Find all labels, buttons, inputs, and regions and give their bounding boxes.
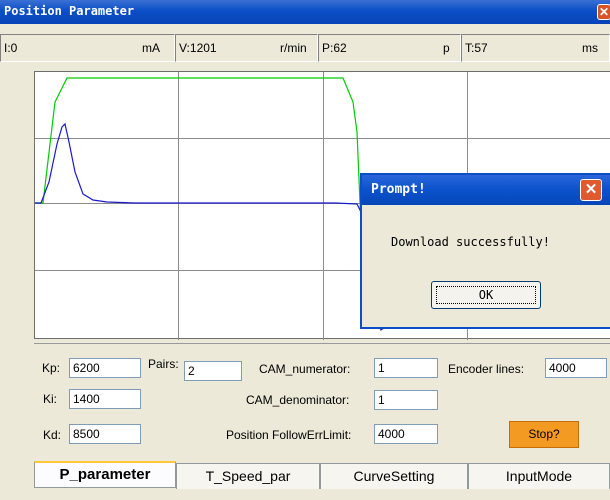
- position-value: P:62: [322, 41, 347, 55]
- encoder-lines-label: Encoder lines:: [448, 362, 525, 376]
- follow-err-limit-label: Position FollowErrLimit:: [226, 428, 352, 442]
- velocity-value: V:1201: [179, 41, 217, 55]
- encoder-lines-input[interactable]: 4000: [545, 358, 607, 378]
- pairs-label: Pairs:: [148, 357, 179, 371]
- ki-label: Ki:: [43, 392, 58, 406]
- velocity-readout: V:1201 r/min: [175, 34, 318, 62]
- kd-input[interactable]: 8500: [69, 424, 141, 444]
- follow-err-limit-input[interactable]: 4000: [374, 424, 438, 444]
- current-unit: mA: [142, 41, 160, 55]
- dialog-title-bar[interactable]: Prompt! ✕: [362, 175, 610, 205]
- pairs-input[interactable]: 2: [184, 361, 242, 381]
- tab-curve-setting[interactable]: CurveSetting: [320, 463, 468, 489]
- kd-label: Kd:: [43, 428, 62, 442]
- ok-button[interactable]: OK: [431, 281, 541, 309]
- ok-button-label: OK: [436, 286, 536, 304]
- stop-button[interactable]: Stop?: [509, 421, 579, 448]
- current-value: I:0: [4, 41, 18, 55]
- tab-t-speed-par[interactable]: T_Speed_par: [176, 463, 320, 489]
- cam-denominator-input[interactable]: 1: [374, 390, 438, 410]
- current-readout: I:0 mA: [0, 34, 175, 62]
- dialog-title: Prompt!: [371, 182, 426, 197]
- tab-bar: P_parameter T_Speed_par CurveSetting Inp…: [34, 461, 610, 500]
- kp-input[interactable]: 6200: [69, 358, 141, 378]
- position-readout: P:62 p: [318, 34, 461, 62]
- window-close-icon[interactable]: ✕: [597, 4, 610, 20]
- position-unit: p: [443, 41, 450, 55]
- time-readout: T:57 ms: [461, 34, 610, 62]
- main-window: Position Parameter ✕ I:0 mA V:1201 r/min…: [0, 0, 610, 500]
- kp-label: Kp:: [42, 361, 61, 375]
- velocity-unit: r/min: [280, 41, 307, 55]
- dialog-message: Download successfully!: [391, 235, 550, 249]
- status-bar: I:0 mA V:1201 r/min P:62 p T:57 ms: [0, 34, 610, 62]
- title-bar[interactable]: Position Parameter ✕: [0, 0, 610, 24]
- dialog-close-icon[interactable]: ✕: [580, 179, 602, 201]
- tab-p-parameter[interactable]: P_parameter: [34, 461, 176, 487]
- tab-input-mode[interactable]: InputMode: [468, 463, 610, 489]
- prompt-dialog: Prompt! ✕ Download successfully! OK: [360, 173, 610, 329]
- time-value: T:57: [465, 41, 488, 55]
- window-title: Position Parameter: [4, 4, 135, 18]
- cam-denominator-label: CAM_denominator:: [246, 393, 350, 407]
- response-trace: [35, 122, 396, 332]
- time-unit: ms: [582, 41, 598, 55]
- ki-input[interactable]: 1400: [69, 389, 141, 409]
- cam-numerator-input[interactable]: 1: [374, 358, 438, 378]
- cam-numerator-label: CAM_numerator:: [259, 362, 351, 376]
